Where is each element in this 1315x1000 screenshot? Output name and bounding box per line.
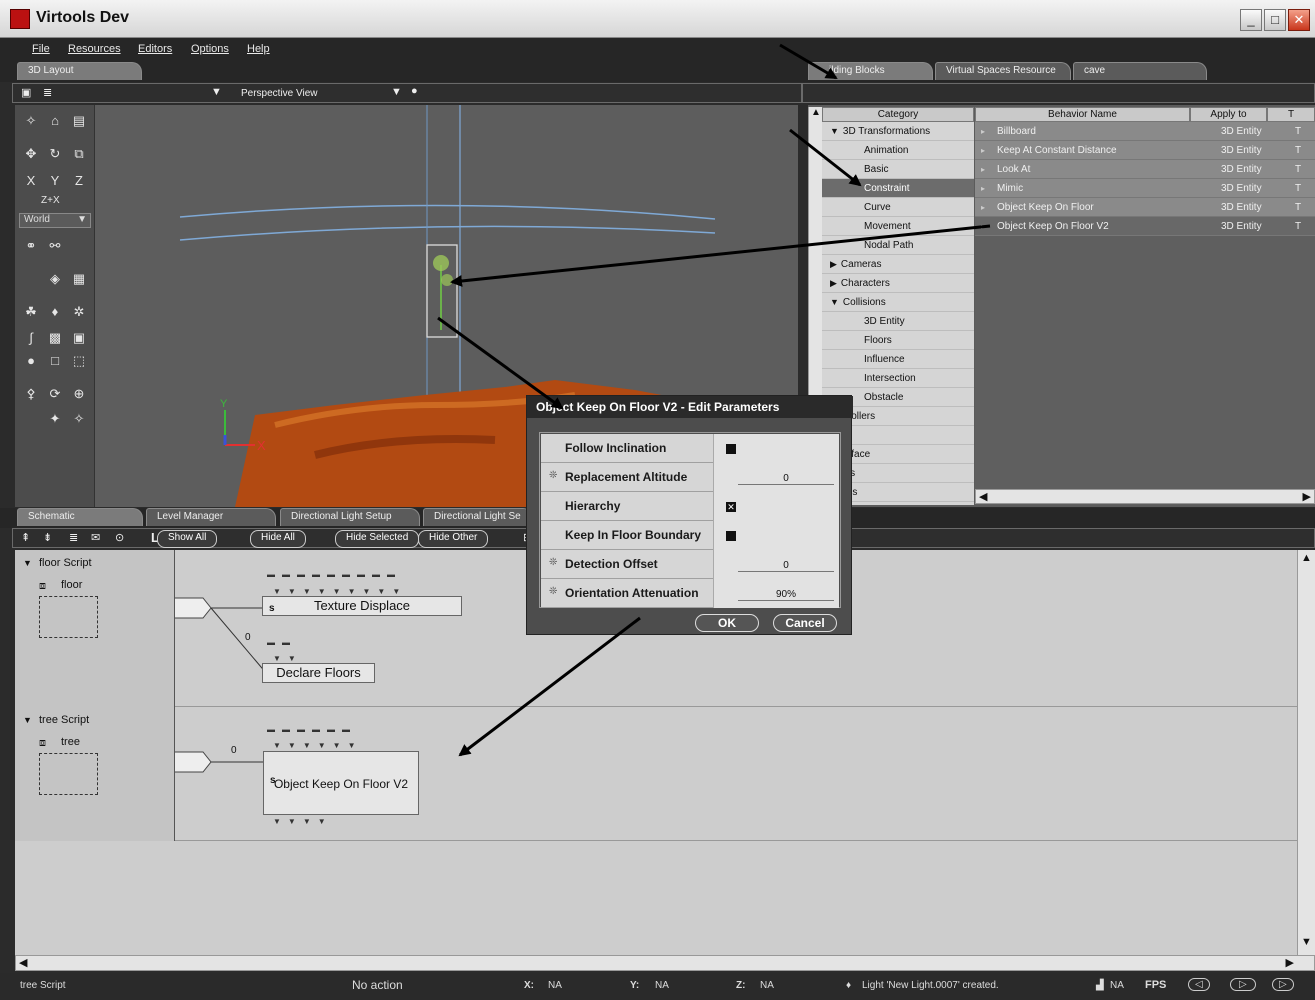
status-bar: tree Script No action X: NA Y: NA Z: NA …: [0, 973, 1315, 1000]
status-action: No action: [352, 978, 403, 992]
status-y-value: NA: [655, 980, 669, 991]
status-message: Light 'New Light.0007' created.: [862, 980, 999, 991]
status-selection: tree Script: [20, 980, 66, 991]
status-x-label: X:: [524, 980, 534, 991]
status-fps-label: FPS: [1145, 979, 1167, 991]
step-button[interactable]: ▷: [1272, 978, 1294, 991]
light-icon: ♦: [846, 980, 852, 991]
status-x-value: NA: [548, 980, 562, 991]
annotation-arrows: [437, 43, 991, 757]
status-z-value: NA: [760, 980, 774, 991]
status-fps-value: NA: [1110, 980, 1124, 991]
status-z-label: Z:: [736, 980, 746, 991]
gauge-icon: ▟: [1096, 980, 1104, 991]
status-y-label: Y:: [630, 980, 640, 991]
rewind-button[interactable]: ◁: [1188, 978, 1210, 991]
play-button[interactable]: ▷: [1230, 978, 1256, 991]
